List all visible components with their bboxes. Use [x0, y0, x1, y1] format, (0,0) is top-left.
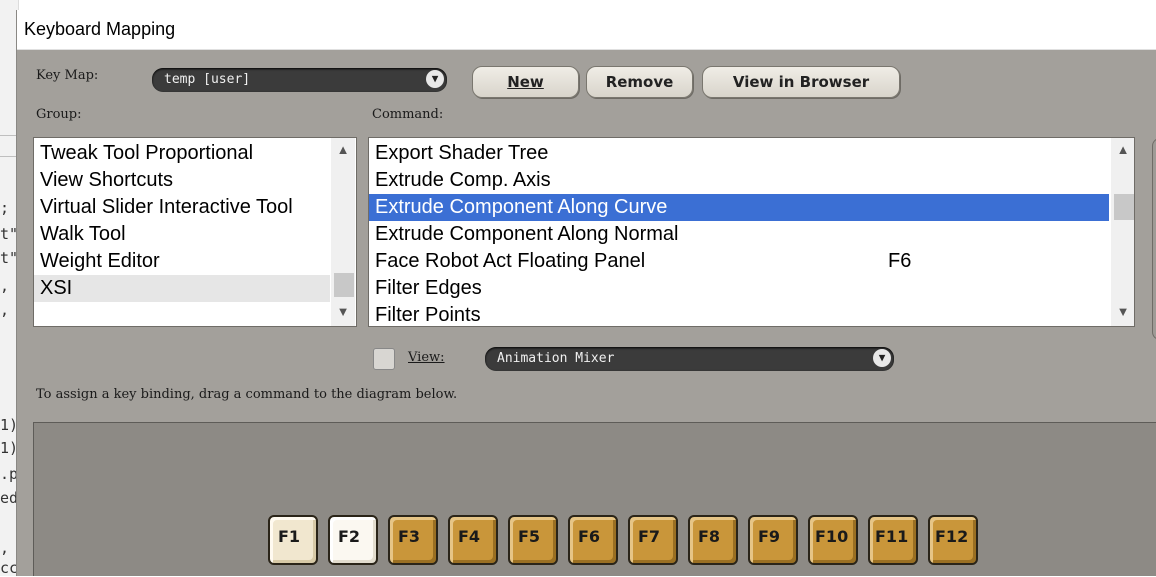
group-item-label: Tweak Tool Proportional: [40, 142, 254, 164]
key-f10[interactable]: F10: [808, 515, 858, 565]
group-item-selected[interactable]: XSI: [34, 275, 330, 302]
key-label: F5: [518, 527, 541, 546]
command-name: Export Shader Tree: [375, 142, 549, 164]
code-fragment: ;: [0, 199, 10, 217]
group-list[interactable]: Tweak Tool Proportional View Shortcuts V…: [33, 137, 357, 327]
keymap-dropdown[interactable]: temp [user] ▼: [152, 68, 447, 92]
chevron-down-icon[interactable]: ▼: [331, 302, 355, 322]
view-label: View:: [408, 350, 445, 365]
window-title: Keyboard Mapping: [24, 19, 176, 39]
chevron-up-icon[interactable]: ▲: [1111, 140, 1134, 160]
group-item[interactable]: Tweak Tool Proportional: [34, 140, 332, 167]
chevron-down-icon: ▼: [873, 349, 891, 367]
group-item[interactable]: Weight Editor: [34, 248, 332, 275]
view-in-browser-label: View in Browser: [732, 73, 870, 91]
scrollbar-thumb[interactable]: [1114, 194, 1134, 220]
command-name: Extrude Comp. Axis: [375, 169, 551, 191]
command-item[interactable]: Extrude Comp. Axis: [369, 167, 1109, 194]
command-list[interactable]: Export Shader Tree Extrude Comp. Axis Ex…: [368, 137, 1135, 327]
command-name: Filter Points: [375, 304, 481, 326]
command-name: Extrude Component Along Curve: [375, 196, 668, 218]
key-f5[interactable]: F5: [508, 515, 558, 565]
command-item[interactable]: Export Shader Tree: [369, 140, 1109, 167]
view-value: Animation Mixer: [497, 351, 615, 366]
key-f4[interactable]: F4: [448, 515, 498, 565]
key-label: F3: [398, 527, 421, 546]
key-label: F11: [875, 527, 909, 546]
key-label: F8: [698, 527, 721, 546]
group-item-label: Virtual Slider Interactive Tool: [40, 196, 293, 218]
key-f8[interactable]: F8: [688, 515, 738, 565]
group-label: Group:: [36, 107, 82, 122]
key-label: F10: [815, 527, 849, 546]
remove-button[interactable]: Remove: [586, 66, 693, 98]
code-fragment: ,: [0, 277, 10, 295]
keyboard-diagram[interactable]: F1 F2 F3 F4 F5 F6 F7 F8 F9 F10 F11 F12: [33, 422, 1156, 576]
command-name: Filter Edges: [375, 277, 482, 299]
key-label: F6: [578, 527, 601, 546]
key-f3[interactable]: F3: [388, 515, 438, 565]
key-label: F7: [638, 527, 661, 546]
new-button-label: New: [507, 73, 544, 91]
command-item-selected[interactable]: Extrude Component Along Curve: [369, 194, 1109, 221]
group-item-label: Weight Editor: [40, 250, 160, 272]
key-f1[interactable]: F1: [268, 515, 318, 565]
group-item-label: XSI: [40, 277, 73, 299]
keymap-label: Key Map:: [36, 68, 99, 83]
key-label: F1: [278, 527, 301, 546]
instruction-text: To assign a key binding, drag a command …: [36, 387, 458, 402]
code-fragment: ,: [0, 539, 10, 557]
chevron-down-icon: ▼: [426, 70, 444, 88]
new-button[interactable]: New: [472, 66, 579, 98]
key-f12[interactable]: F12: [928, 515, 978, 565]
command-item[interactable]: Filter Points: [369, 302, 1109, 326]
group-item-label: View Shortcuts: [40, 169, 174, 191]
command-label: Command:: [372, 107, 444, 122]
title-bar[interactable]: Keyboard Mapping: [17, 10, 1156, 50]
group-item[interactable]: View Shortcuts: [34, 167, 332, 194]
view-dropdown[interactable]: Animation Mixer ▼: [485, 347, 894, 371]
group-item[interactable]: Walk Tool: [34, 221, 332, 248]
key-label: F9: [758, 527, 781, 546]
key-f6[interactable]: F6: [568, 515, 618, 565]
key-label: F4: [458, 527, 481, 546]
command-scrollbar[interactable]: ▲ ▼: [1111, 138, 1134, 326]
chevron-up-icon[interactable]: ▲: [331, 140, 355, 160]
key-f11[interactable]: F11: [868, 515, 918, 565]
command-item[interactable]: Filter Edges: [369, 275, 1109, 302]
command-name: Extrude Component Along Normal: [375, 223, 679, 245]
group-item-label: Walk Tool: [40, 223, 126, 245]
key-f7[interactable]: F7: [628, 515, 678, 565]
remove-button-label: Remove: [605, 73, 674, 91]
key-f9[interactable]: F9: [748, 515, 798, 565]
keyboard-mapping-window: Keyboard Mapping Key Map: temp [user] ▼ …: [16, 10, 1156, 576]
key-label: F12: [935, 527, 969, 546]
view-checkbox[interactable]: [373, 348, 395, 370]
key-f2[interactable]: F2: [328, 515, 378, 565]
side-panel-edge: [1152, 138, 1156, 340]
scrollbar-thumb[interactable]: [334, 273, 354, 297]
command-item[interactable]: Face Robot Act Floating Panel F6: [369, 248, 1109, 275]
keymap-value: temp [user]: [164, 72, 251, 87]
code-fragment: ,: [0, 301, 10, 319]
key-label: F2: [338, 527, 361, 546]
group-scrollbar[interactable]: ▲ ▼: [331, 138, 355, 326]
command-name: Face Robot Act Floating Panel: [375, 250, 646, 272]
group-item[interactable]: Virtual Slider Interactive Tool: [34, 194, 332, 221]
view-in-browser-button[interactable]: View in Browser: [702, 66, 900, 98]
command-key-binding: F6: [888, 250, 912, 272]
command-item[interactable]: Extrude Component Along Normal: [369, 221, 1109, 248]
chevron-down-icon[interactable]: ▼: [1111, 302, 1134, 322]
